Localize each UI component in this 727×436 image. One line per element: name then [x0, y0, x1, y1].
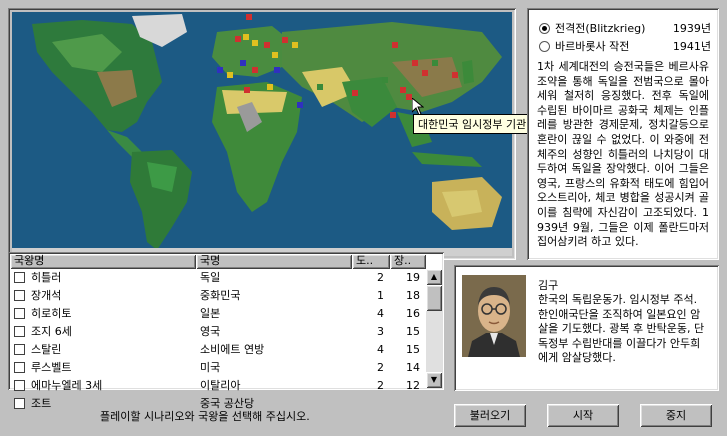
scenario-label: 바르바롯사 작전 — [555, 40, 630, 53]
leader-name-text: 스탈린 — [31, 343, 62, 356]
table-row[interactable]: 스탈린 소비에트 연방 4 15 — [10, 341, 426, 359]
value-cell: 1 — [377, 289, 384, 302]
nation-cell: 독일 — [200, 271, 221, 284]
checkbox[interactable] — [14, 325, 25, 337]
list-rows: 히틀러 독일 2 19 장개석 중화민국 1 18 히로히토 일본 4 16 조지 6세 영국 3 15 스탈린… — [10, 269, 426, 413]
radio-unselected-icon[interactable] — [539, 40, 550, 52]
checkbox[interactable] — [14, 397, 25, 409]
scroll-down-icon[interactable]: ▼ — [426, 372, 442, 388]
value-cell — [390, 395, 426, 413]
status-text: 플레이할 시나리오와 국왕을 선택해 주십시오. — [100, 410, 310, 423]
leader-name: 김구 — [538, 279, 559, 292]
leader-cell: 히틀러 — [10, 269, 196, 287]
table-row[interactable]: 히틀러 독일 2 19 — [10, 269, 426, 287]
world-map-panel[interactable]: 대한민국 임시정부 기관 — [8, 8, 532, 260]
checkbox[interactable] — [14, 343, 25, 355]
scenario-year: 1941년 — [672, 40, 711, 53]
leader-cell: 장개석 — [10, 287, 196, 305]
leader-list[interactable]: 국왕명 국명 도.. 장.. 히틀러 독일 2 19 장개석 중화민국 1 18 히로히토 일본 4… — [8, 252, 444, 410]
radio-selected-icon[interactable] — [539, 22, 550, 34]
leader-name-text: 히틀러 — [31, 271, 62, 284]
table-row[interactable]: 루스벨트 미국 2 14 — [10, 359, 426, 377]
nation-cell: 이탈리아 — [200, 379, 241, 392]
leader-cell: 조지 6세 — [10, 323, 196, 341]
leader-name-text: 장개석 — [31, 289, 62, 302]
nation-cell: 영국 — [200, 325, 221, 338]
start-button[interactable]: 시작 — [547, 404, 619, 427]
leader-cell: 에마누엘레 3세 — [10, 377, 196, 395]
nation-cell: 중화민국 — [200, 289, 241, 302]
leader-name-text: 루스벨트 — [31, 361, 72, 374]
scroll-up-icon[interactable]: ▲ — [426, 269, 442, 285]
leader-name-text: 조트 — [31, 397, 52, 410]
value-cell: 4 — [377, 307, 384, 320]
value-cell: 2 — [377, 379, 384, 392]
value-cell: 4 — [377, 343, 384, 356]
checkbox[interactable] — [14, 307, 25, 319]
value-cell — [352, 395, 390, 413]
leader-cell: 히로히토 — [10, 305, 196, 323]
scenario-label: 전격전(Blitzkrieg) — [555, 22, 646, 35]
value-cell: 18 — [406, 289, 420, 302]
scenario-panel: 전격전(Blitzkrieg) 1939년 바르바롯사 작전 1941년 1차 … — [527, 8, 719, 260]
value-cell: 16 — [406, 307, 420, 320]
map-tooltip: 대한민국 임시정부 기관 — [413, 114, 532, 134]
column-header-col4[interactable]: 장.. — [390, 254, 426, 269]
table-row[interactable]: 에마누엘레 3세 이탈리아 2 12 — [10, 377, 426, 395]
list-header: 국왕명 국명 도.. 장.. — [10, 254, 426, 269]
value-cell: 12 — [406, 379, 420, 392]
leader-name-text: 에마누엘레 3세 — [31, 379, 103, 392]
nation-cell: 일본 — [200, 307, 221, 320]
scenario-option-blitzkrieg[interactable]: 전격전(Blitzkrieg) 1939년 — [539, 20, 711, 36]
value-cell: 19 — [406, 271, 420, 284]
load-button[interactable]: 불러오기 — [454, 404, 526, 427]
stop-button[interactable]: 중지 — [640, 404, 712, 427]
leader-cell: 루스벨트 — [10, 359, 196, 377]
checkbox[interactable] — [14, 289, 25, 301]
leader-cell: 스탈린 — [10, 341, 196, 359]
nation-cell: 미국 — [200, 361, 221, 374]
scenario-option-barbarossa[interactable]: 바르바롯사 작전 1941년 — [539, 38, 711, 54]
leader-name-text: 조지 6세 — [31, 325, 72, 338]
value-cell: 2 — [377, 361, 384, 374]
world-map[interactable] — [12, 12, 512, 256]
value-cell: 14 — [406, 361, 420, 374]
table-row[interactable]: 히로히토 일본 4 16 — [10, 305, 426, 323]
table-row[interactable]: 조지 6세 영국 3 15 — [10, 323, 426, 341]
table-row[interactable]: 장개석 중화민국 1 18 — [10, 287, 426, 305]
scenario-year: 1939년 — [672, 22, 711, 35]
leader-info-panel: 김구 한국의 독립운동가. 임시정부 주석. 한인애국단을 조직하여 일본요인 … — [454, 265, 719, 391]
column-header-nation[interactable]: 국명 — [196, 254, 352, 269]
column-header-col3[interactable]: 도.. — [352, 254, 390, 269]
scroll-thumb[interactable] — [426, 285, 442, 311]
value-cell: 15 — [406, 343, 420, 356]
checkbox[interactable] — [14, 379, 25, 391]
column-header-leader[interactable]: 국왕명 — [10, 254, 196, 269]
nation-cell: 소비에트 연방 — [200, 343, 265, 356]
scenario-description: 1차 세계대전의 승전국들은 베르사유 조약을 통해 독일을 전범국으로 몰아세… — [537, 60, 709, 249]
leader-portrait — [462, 275, 526, 357]
value-cell: 15 — [406, 325, 420, 338]
checkbox[interactable] — [14, 361, 25, 373]
list-scrollbar[interactable]: ▲ ▼ — [426, 269, 442, 388]
checkbox[interactable] — [14, 271, 25, 283]
leader-description: 한국의 독립운동가. 임시정부 주석. 한인애국단을 조직하여 일본요인 암살을… — [538, 293, 705, 365]
leader-name-text: 히로히토 — [31, 307, 72, 320]
value-cell: 3 — [377, 325, 384, 338]
value-cell: 2 — [377, 271, 384, 284]
